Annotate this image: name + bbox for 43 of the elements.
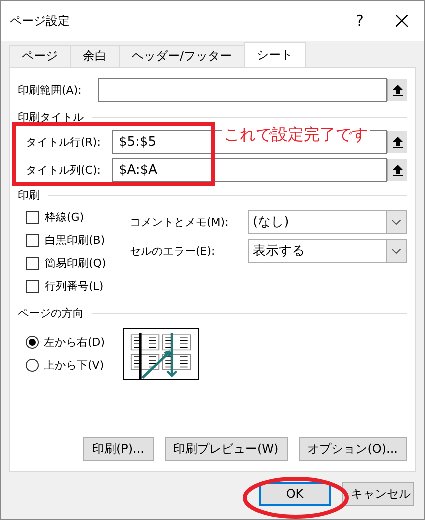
close-icon [396, 15, 408, 27]
help-button[interactable]: ? [340, 12, 380, 30]
ok-button[interactable]: OK [259, 482, 331, 506]
field-label: タイトル列(C): [26, 162, 102, 178]
section-heading: 印刷 [18, 188, 40, 202]
chevron-down-icon [392, 220, 401, 224]
checkbox-label[interactable]: 白黒印刷(B) [45, 233, 106, 248]
window-title: ページ設定 [10, 12, 71, 30]
dialog-button[interactable]: 印刷プレビュー(W) [164, 437, 288, 461]
dropdown-label: コメントとメモ(M): [130, 214, 230, 230]
range-field[interactable]: $A:$A [112, 158, 387, 182]
upload-arrow-icon [392, 136, 402, 148]
field-label: 印刷範囲(A): [18, 82, 83, 98]
upload-arrow-icon [392, 84, 402, 96]
checkbox-box[interactable] [26, 280, 39, 293]
collapse-button[interactable] [387, 159, 407, 181]
dropdown[interactable]: 表示する [248, 239, 407, 263]
dialog-button[interactable]: オプション(O)... [298, 437, 407, 461]
radio-label[interactable]: 左から右(D) [44, 335, 106, 350]
chevron-down-icon [392, 248, 401, 254]
range-field[interactable] [98, 78, 387, 102]
cancel-button[interactable]: キャンセル [342, 482, 414, 506]
section-heading: 印刷タイトル [18, 110, 84, 124]
checkbox-label[interactable]: 行列番号(L) [45, 279, 104, 294]
dialog-button[interactable]: 印刷(P)... [83, 437, 154, 461]
field-label: タイトル行(R): [26, 134, 102, 150]
annotation-text: これで設定完了です [222, 125, 370, 146]
radio-button[interactable] [26, 336, 39, 349]
dropdown[interactable]: (なし) [248, 210, 407, 234]
upload-arrow-icon [392, 164, 402, 176]
checkbox-box[interactable] [26, 234, 39, 247]
collapse-button[interactable] [387, 131, 407, 153]
tab[interactable]: シート [244, 42, 306, 67]
checkbox-label[interactable]: 簡易印刷(Q) [45, 256, 106, 271]
dropdown-label: セルのエラー(E): [130, 244, 216, 258]
radio-label[interactable]: 上から下(V) [44, 358, 104, 373]
section-heading: ページの方向 [18, 306, 84, 320]
checkbox-label[interactable]: 枠線(G) [45, 210, 84, 225]
tab[interactable]: ページ [9, 45, 71, 67]
collapse-button[interactable] [387, 79, 407, 101]
checkbox-box[interactable] [26, 257, 39, 270]
radio-button[interactable] [26, 359, 39, 372]
checkbox-box[interactable] [26, 211, 39, 224]
